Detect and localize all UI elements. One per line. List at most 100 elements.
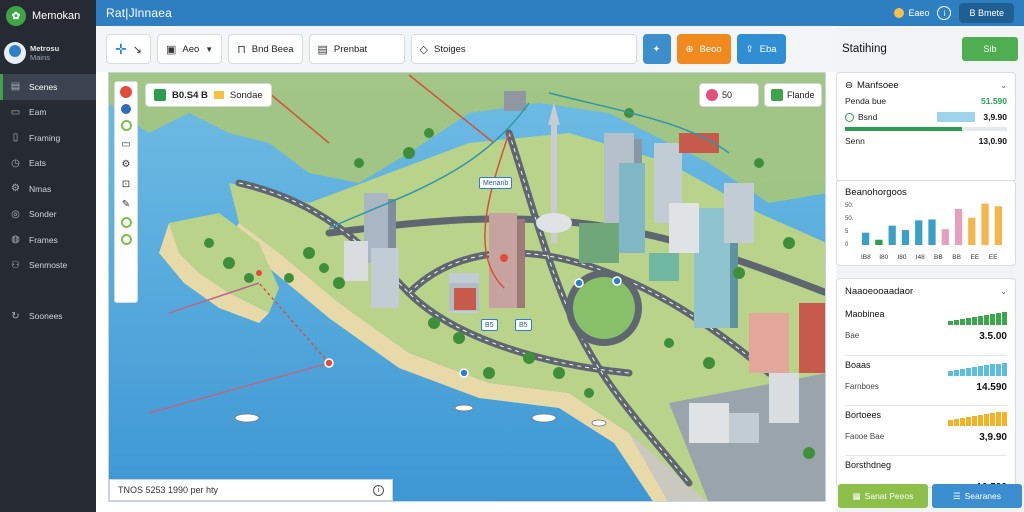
pointer-icon[interactable]: ↘ bbox=[133, 43, 142, 56]
map-info-card[interactable]: B0.S4 B Sondae bbox=[145, 83, 272, 107]
pen-icon[interactable]: ✎ bbox=[119, 197, 133, 211]
sparkline-bar bbox=[984, 315, 989, 325]
sparkline-bar bbox=[966, 417, 971, 426]
circle-toggle-icon[interactable] bbox=[120, 234, 132, 245]
map-label-tag[interactable]: B5 bbox=[515, 319, 532, 331]
plus-icon: ⊕ bbox=[685, 43, 694, 55]
map-chip-filter[interactable]: Flande bbox=[764, 83, 822, 107]
summary-card-title: Manfsoee bbox=[856, 79, 899, 91]
project-button[interactable]: ▤ Prenbat bbox=[308, 34, 405, 64]
circle-toggle-icon[interactable] bbox=[120, 217, 132, 228]
draw-tools[interactable]: ✛ ↘ bbox=[106, 34, 151, 64]
sparkline-bar bbox=[948, 420, 953, 426]
metric-row[interactable]: Maobinea Bae 3.5.00 bbox=[845, 305, 1007, 355]
settings-icon[interactable]: ⚙ bbox=[119, 157, 133, 171]
footer-right-button[interactable]: ☰ Searanes bbox=[932, 484, 1022, 508]
map-label-tag[interactable]: Menanb bbox=[479, 177, 513, 189]
summary-card: ⊖ Manfsoee ⌄ Penda bue 51.590 Bsnd 3,9.9… bbox=[836, 72, 1016, 182]
map-info-value: B0.S4 B bbox=[172, 89, 208, 101]
stat-value: 13,0.90 bbox=[978, 136, 1007, 146]
layer-select[interactable]: ⊓ Bnd Beea bbox=[228, 34, 303, 64]
chart-bar bbox=[862, 232, 870, 245]
sparkline-bar bbox=[960, 319, 965, 325]
sidebar-item-soonees[interactable]: ↻ Soonees bbox=[0, 304, 96, 330]
metrics-card: Naaoeooaadaor ⌄ Maobinea Bae 3.5.00 Boaas Fa… bbox=[836, 278, 1016, 493]
sparkline-bar bbox=[948, 371, 953, 376]
sidebar-item-sonder[interactable]: ◎ Sonder bbox=[0, 202, 96, 228]
axis-tick-label: 50. bbox=[845, 203, 854, 209]
location-icon[interactable] bbox=[121, 104, 131, 114]
metric-row[interactable]: Boaas Farnboes 14.590 bbox=[845, 355, 1007, 405]
header-action-button[interactable]: B Bmete bbox=[959, 3, 1014, 23]
sparkline-bar bbox=[948, 321, 953, 325]
sparkline-bar bbox=[954, 320, 959, 325]
brand-name: Memokan bbox=[32, 10, 81, 22]
metric-row[interactable]: Bortoees Faooe Bae 3,9.90 bbox=[845, 405, 1007, 455]
sidebar-item-eam[interactable]: ▭ Eam bbox=[0, 100, 96, 126]
stat-row: Penda bue 51.590 bbox=[845, 93, 1007, 109]
sidebar-item-nmas[interactable]: ⚙ Nmas bbox=[0, 176, 96, 202]
metric-value: 3,9.90 bbox=[979, 432, 1007, 443]
footer-left-button[interactable]: ▦ Sanat Peeos bbox=[838, 484, 928, 508]
lock-icon[interactable]: ⊡ bbox=[119, 177, 133, 191]
sidebar-item-frames[interactable]: ◍ Frames bbox=[0, 227, 96, 253]
storage-button[interactable]: ◇ Stoiges bbox=[410, 34, 637, 64]
sidebar-item-scenes[interactable]: ▤ Scenes bbox=[0, 74, 96, 100]
map-status-bar: TNOS 5253 1990 per hty i bbox=[109, 479, 393, 501]
info-icon[interactable]: i bbox=[937, 6, 952, 20]
target-icon: ◎ bbox=[11, 208, 20, 220]
sun-icon bbox=[894, 8, 905, 18]
progress-fill bbox=[845, 127, 962, 131]
x-tick-label: I48 bbox=[916, 254, 925, 261]
header-chip[interactable]: Eaeo bbox=[894, 8, 929, 18]
area-select[interactable]: ▣ Aeo ▼ bbox=[156, 34, 223, 64]
sparkline-bar bbox=[996, 313, 1001, 325]
primary-button-label: Beoo bbox=[699, 43, 722, 55]
sidebar-item-eats[interactable]: ◷ Eats bbox=[0, 151, 96, 177]
chart-bar bbox=[875, 239, 883, 245]
x-tick-label: I80 bbox=[879, 254, 888, 261]
sparkline bbox=[948, 311, 1007, 325]
sidebar-item-framing[interactable]: ▯ Framing bbox=[0, 125, 96, 151]
statistics-panel: Statihing Sib ⊖ Manfsoee ⌄ Penda bue 51.… bbox=[836, 26, 1024, 512]
clock-icon: ◷ bbox=[11, 157, 20, 169]
project-button-label: Prenbat bbox=[333, 43, 368, 55]
square-icon[interactable]: ▭ bbox=[119, 137, 133, 151]
x-tick-label: I80 bbox=[898, 254, 907, 261]
chevron-down-icon[interactable]: ⌄ bbox=[1000, 81, 1007, 90]
stat-label: Bsnd bbox=[858, 112, 878, 122]
diamond-icon: ◇ bbox=[419, 43, 428, 56]
chevron-down-icon[interactable]: ⌄ bbox=[1000, 287, 1007, 296]
panel-top-button[interactable]: Sib bbox=[962, 37, 1018, 61]
metric-value: 14.590 bbox=[976, 382, 1007, 393]
metrics-card-title: Naaoeooaadaor bbox=[845, 285, 914, 297]
axis-tick-label: 5 bbox=[845, 229, 849, 235]
progress-bar bbox=[845, 127, 1007, 131]
map-chip-count[interactable]: 50 bbox=[699, 83, 759, 107]
sidebar-item-senmoste[interactable]: ⚇ Senmoste bbox=[0, 253, 96, 279]
area-select-label: Aeo bbox=[182, 43, 200, 55]
chart-bar bbox=[968, 217, 976, 245]
sidebar-item-label: Nmas bbox=[29, 183, 52, 194]
map-canvas[interactable]: ▭ ⚙ ⊡ ✎ B0.S4 B Sondae 50 Flande Menanb … bbox=[108, 72, 826, 502]
sparkline-bar bbox=[960, 418, 965, 426]
map-label-tag[interactable]: B5 bbox=[481, 319, 498, 331]
workspace-sub: Mains bbox=[30, 53, 51, 62]
ring-icon[interactable] bbox=[120, 120, 132, 131]
stat-row: Bsnd 3,9.90 bbox=[845, 109, 1007, 125]
brand[interactable]: ✿ Memokan bbox=[0, 0, 96, 32]
primary-button[interactable]: ⊕ Beoo bbox=[676, 34, 731, 64]
info-icon[interactable]: i bbox=[373, 484, 384, 496]
record-icon[interactable] bbox=[120, 86, 132, 98]
settings-button[interactable]: ✦ bbox=[642, 34, 671, 64]
crosshair-icon[interactable]: ✛ bbox=[115, 41, 127, 58]
avatar bbox=[4, 42, 26, 64]
sparkline bbox=[948, 362, 1007, 376]
secondary-button[interactable]: ⇪ Eba bbox=[736, 34, 786, 64]
nav-spacer bbox=[0, 278, 96, 304]
panel-footer: ▦ Sanat Peeos ☰ Searanes bbox=[836, 484, 1024, 510]
workspace-switcher[interactable]: Metrosu Mains bbox=[4, 38, 92, 68]
sidebar-item-label: Eats bbox=[29, 158, 47, 169]
grid-icon: ▦ bbox=[852, 490, 861, 501]
location-badge-icon bbox=[154, 89, 166, 101]
